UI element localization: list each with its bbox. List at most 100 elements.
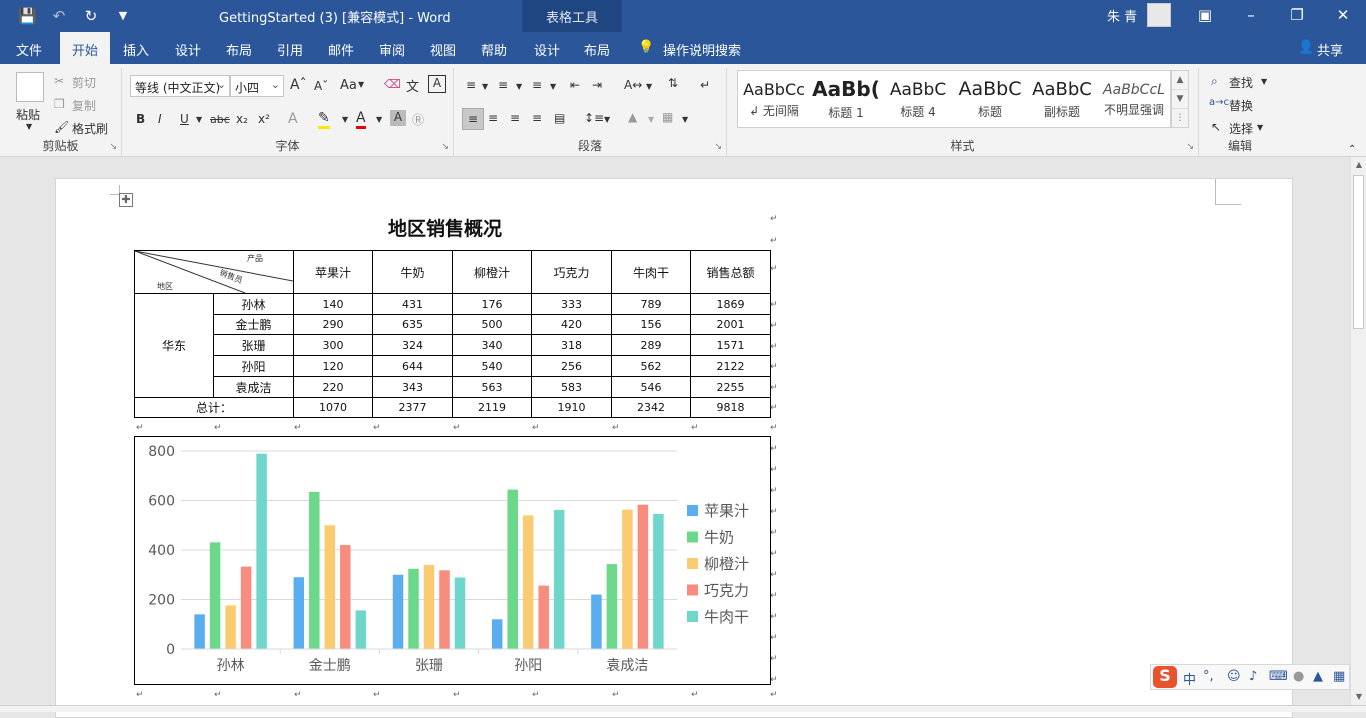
- chevron-down-icon[interactable]: ▼: [358, 80, 364, 89]
- table-cell[interactable]: 644: [372, 355, 453, 377]
- table-move-handle-icon[interactable]: ✚: [119, 193, 133, 207]
- emoji-icon[interactable]: ☺: [1227, 669, 1241, 684]
- grid-menu-icon[interactable]: ▦: [1333, 669, 1345, 684]
- table-corner-cell[interactable]: 产品 销售员 地区: [134, 250, 294, 294]
- tab-view[interactable]: 视图: [430, 40, 456, 59]
- tab-file[interactable]: 文件: [16, 40, 42, 59]
- tell-me-search[interactable]: 操作说明搜索: [663, 40, 741, 59]
- tab-design[interactable]: 设计: [175, 40, 201, 59]
- table-header-cell[interactable]: 柳橙汁: [452, 250, 532, 294]
- font-size-combo[interactable]: 小四 ⌄: [230, 75, 284, 97]
- table-cell[interactable]: 256: [531, 355, 612, 377]
- copy-button[interactable]: 复制: [72, 97, 96, 114]
- grow-font-icon[interactable]: Aˆ: [290, 77, 307, 93]
- salesperson-cell[interactable]: 袁成洁: [213, 376, 294, 398]
- share-button[interactable]: 共享: [1317, 40, 1343, 59]
- sales-table[interactable]: 产品 销售员 地区 苹果汁 牛奶 柳橙汁 巧克力 牛肉干 销售总额 华东 孙林 …: [134, 250, 771, 418]
- chevron-down-icon[interactable]: ▼: [1257, 123, 1263, 132]
- table-header-cell[interactable]: 销售总额: [690, 250, 771, 294]
- style-subtle-emphasis[interactable]: AaBbCcL 不明显强调: [1098, 71, 1170, 127]
- redo-icon[interactable]: ↻: [82, 7, 100, 25]
- decrease-indent-icon[interactable]: ⇤: [570, 78, 580, 92]
- user-icon[interactable]: ●: [1293, 669, 1304, 684]
- tab-help[interactable]: 帮助: [481, 40, 507, 59]
- skin-icon[interactable]: ▲: [1313, 669, 1323, 684]
- replace-button[interactable]: 替换: [1229, 97, 1253, 114]
- table-cell[interactable]: 300: [293, 334, 373, 356]
- character-border-icon[interactable]: A: [428, 75, 446, 93]
- tab-table-layout[interactable]: 布局: [584, 40, 610, 59]
- table-cell[interactable]: 290: [293, 314, 373, 335]
- table-header-cell[interactable]: 巧克力: [531, 250, 612, 294]
- table-cell[interactable]: 220: [293, 376, 373, 398]
- character-shading-icon[interactable]: A: [390, 110, 406, 126]
- superscript-icon[interactable]: x²: [258, 112, 270, 126]
- font-launcher-icon[interactable]: ↘: [441, 142, 449, 152]
- undo-icon[interactable]: ↶: [50, 7, 68, 25]
- total-cell[interactable]: 2377: [372, 397, 453, 418]
- format-painter-icon[interactable]: 🖌: [54, 120, 69, 134]
- line-spacing-icon[interactable]: ↕≡: [584, 111, 604, 125]
- bold-icon[interactable]: B: [136, 112, 145, 126]
- shrink-font-icon[interactable]: Aˇ: [314, 79, 328, 93]
- copy-icon[interactable]: ❐: [54, 97, 65, 111]
- styles-launcher-icon[interactable]: ↘: [1186, 142, 1194, 152]
- find-button[interactable]: 查找: [1229, 74, 1253, 91]
- chevron-down-icon[interactable]: ▼: [648, 115, 654, 124]
- total-cell[interactable]: 2119: [452, 397, 532, 418]
- table-cell[interactable]: 340: [452, 334, 532, 356]
- table-cell[interactable]: 431: [372, 293, 453, 315]
- chevron-down-icon[interactable]: ▼: [342, 115, 348, 124]
- ribbon-display-icon[interactable]: ▣: [1182, 0, 1228, 32]
- italic-icon[interactable]: I: [158, 112, 162, 126]
- table-cell[interactable]: 1571: [690, 334, 771, 356]
- highlight-icon[interactable]: ✎: [318, 110, 330, 129]
- numbering-icon[interactable]: ≡: [498, 78, 508, 92]
- total-cell[interactable]: 2342: [611, 397, 691, 418]
- scroll-down-icon[interactable]: ▼: [1351, 689, 1366, 705]
- table-cell[interactable]: 546: [611, 376, 691, 398]
- user-name[interactable]: 朱 青: [1107, 6, 1137, 25]
- table-cell[interactable]: 500: [452, 314, 532, 335]
- chevron-down-icon[interactable]: ▼: [196, 115, 202, 124]
- increase-indent-icon[interactable]: ⇥: [592, 78, 602, 92]
- borders-icon[interactable]: ▦: [662, 110, 673, 124]
- font-name-combo[interactable]: 等线 (中文正文) ⌄: [130, 75, 230, 97]
- table-cell[interactable]: 583: [531, 376, 612, 398]
- salesperson-cell[interactable]: 孙阳: [213, 355, 294, 377]
- gallery-down-icon[interactable]: ▼: [1172, 90, 1188, 109]
- sogou-logo-icon[interactable]: S: [1153, 666, 1177, 688]
- tab-layout[interactable]: 布局: [226, 40, 252, 59]
- align-right-icon[interactable]: ≡: [510, 111, 520, 125]
- scroll-thumb[interactable]: [1353, 175, 1364, 329]
- total-cell[interactable]: 9818: [690, 397, 771, 418]
- style-heading-4[interactable]: AaBbC 标题 4: [882, 71, 954, 127]
- restore-button[interactable]: ❐: [1274, 0, 1320, 32]
- cut-icon[interactable]: ✂: [54, 74, 64, 88]
- tab-references[interactable]: 引用: [277, 40, 303, 59]
- tab-home[interactable]: 开始: [60, 32, 111, 64]
- clear-formatting-icon[interactable]: ⌫: [384, 77, 401, 91]
- region-cell[interactable]: 华东: [134, 293, 214, 398]
- shading-icon[interactable]: ▲: [628, 110, 637, 124]
- salesperson-cell[interactable]: 张珊: [213, 334, 294, 356]
- sales-chart[interactable]: 0 200 400 600 800 孙林 金士鹏 张珊 孙阳 袁成洁 苹果汁 牛奶 柳橙汁 巧克力 牛肉干: [134, 436, 771, 685]
- change-case-button[interactable]: Aa: [340, 78, 357, 93]
- paste-icon[interactable]: [16, 72, 44, 102]
- ime-toolbar[interactable]: S 中 °, ☺ ♪ ⌨ ● ▲ ▦: [1150, 664, 1350, 690]
- table-cell[interactable]: 343: [372, 376, 453, 398]
- total-cell[interactable]: 1910: [531, 397, 612, 418]
- table-cell[interactable]: 120: [293, 355, 373, 377]
- chevron-down-icon[interactable]: ▼: [682, 115, 688, 124]
- gallery-up-icon[interactable]: ▲: [1172, 71, 1188, 90]
- align-left-icon[interactable]: ≡: [462, 108, 484, 130]
- table-cell[interactable]: 563: [452, 376, 532, 398]
- cut-button[interactable]: 剪切: [72, 74, 96, 91]
- minimize-button[interactable]: –: [1228, 0, 1274, 32]
- paste-dropdown-icon[interactable]: ▼: [26, 122, 32, 131]
- close-button[interactable]: ✕: [1320, 0, 1366, 32]
- style-no-spacing[interactable]: AaBbCc ↲ 无间隔: [738, 71, 810, 127]
- chevron-down-icon[interactable]: ▼: [550, 82, 556, 91]
- distributed-icon[interactable]: ▤: [554, 111, 565, 125]
- chevron-down-icon[interactable]: ▼: [1261, 77, 1267, 86]
